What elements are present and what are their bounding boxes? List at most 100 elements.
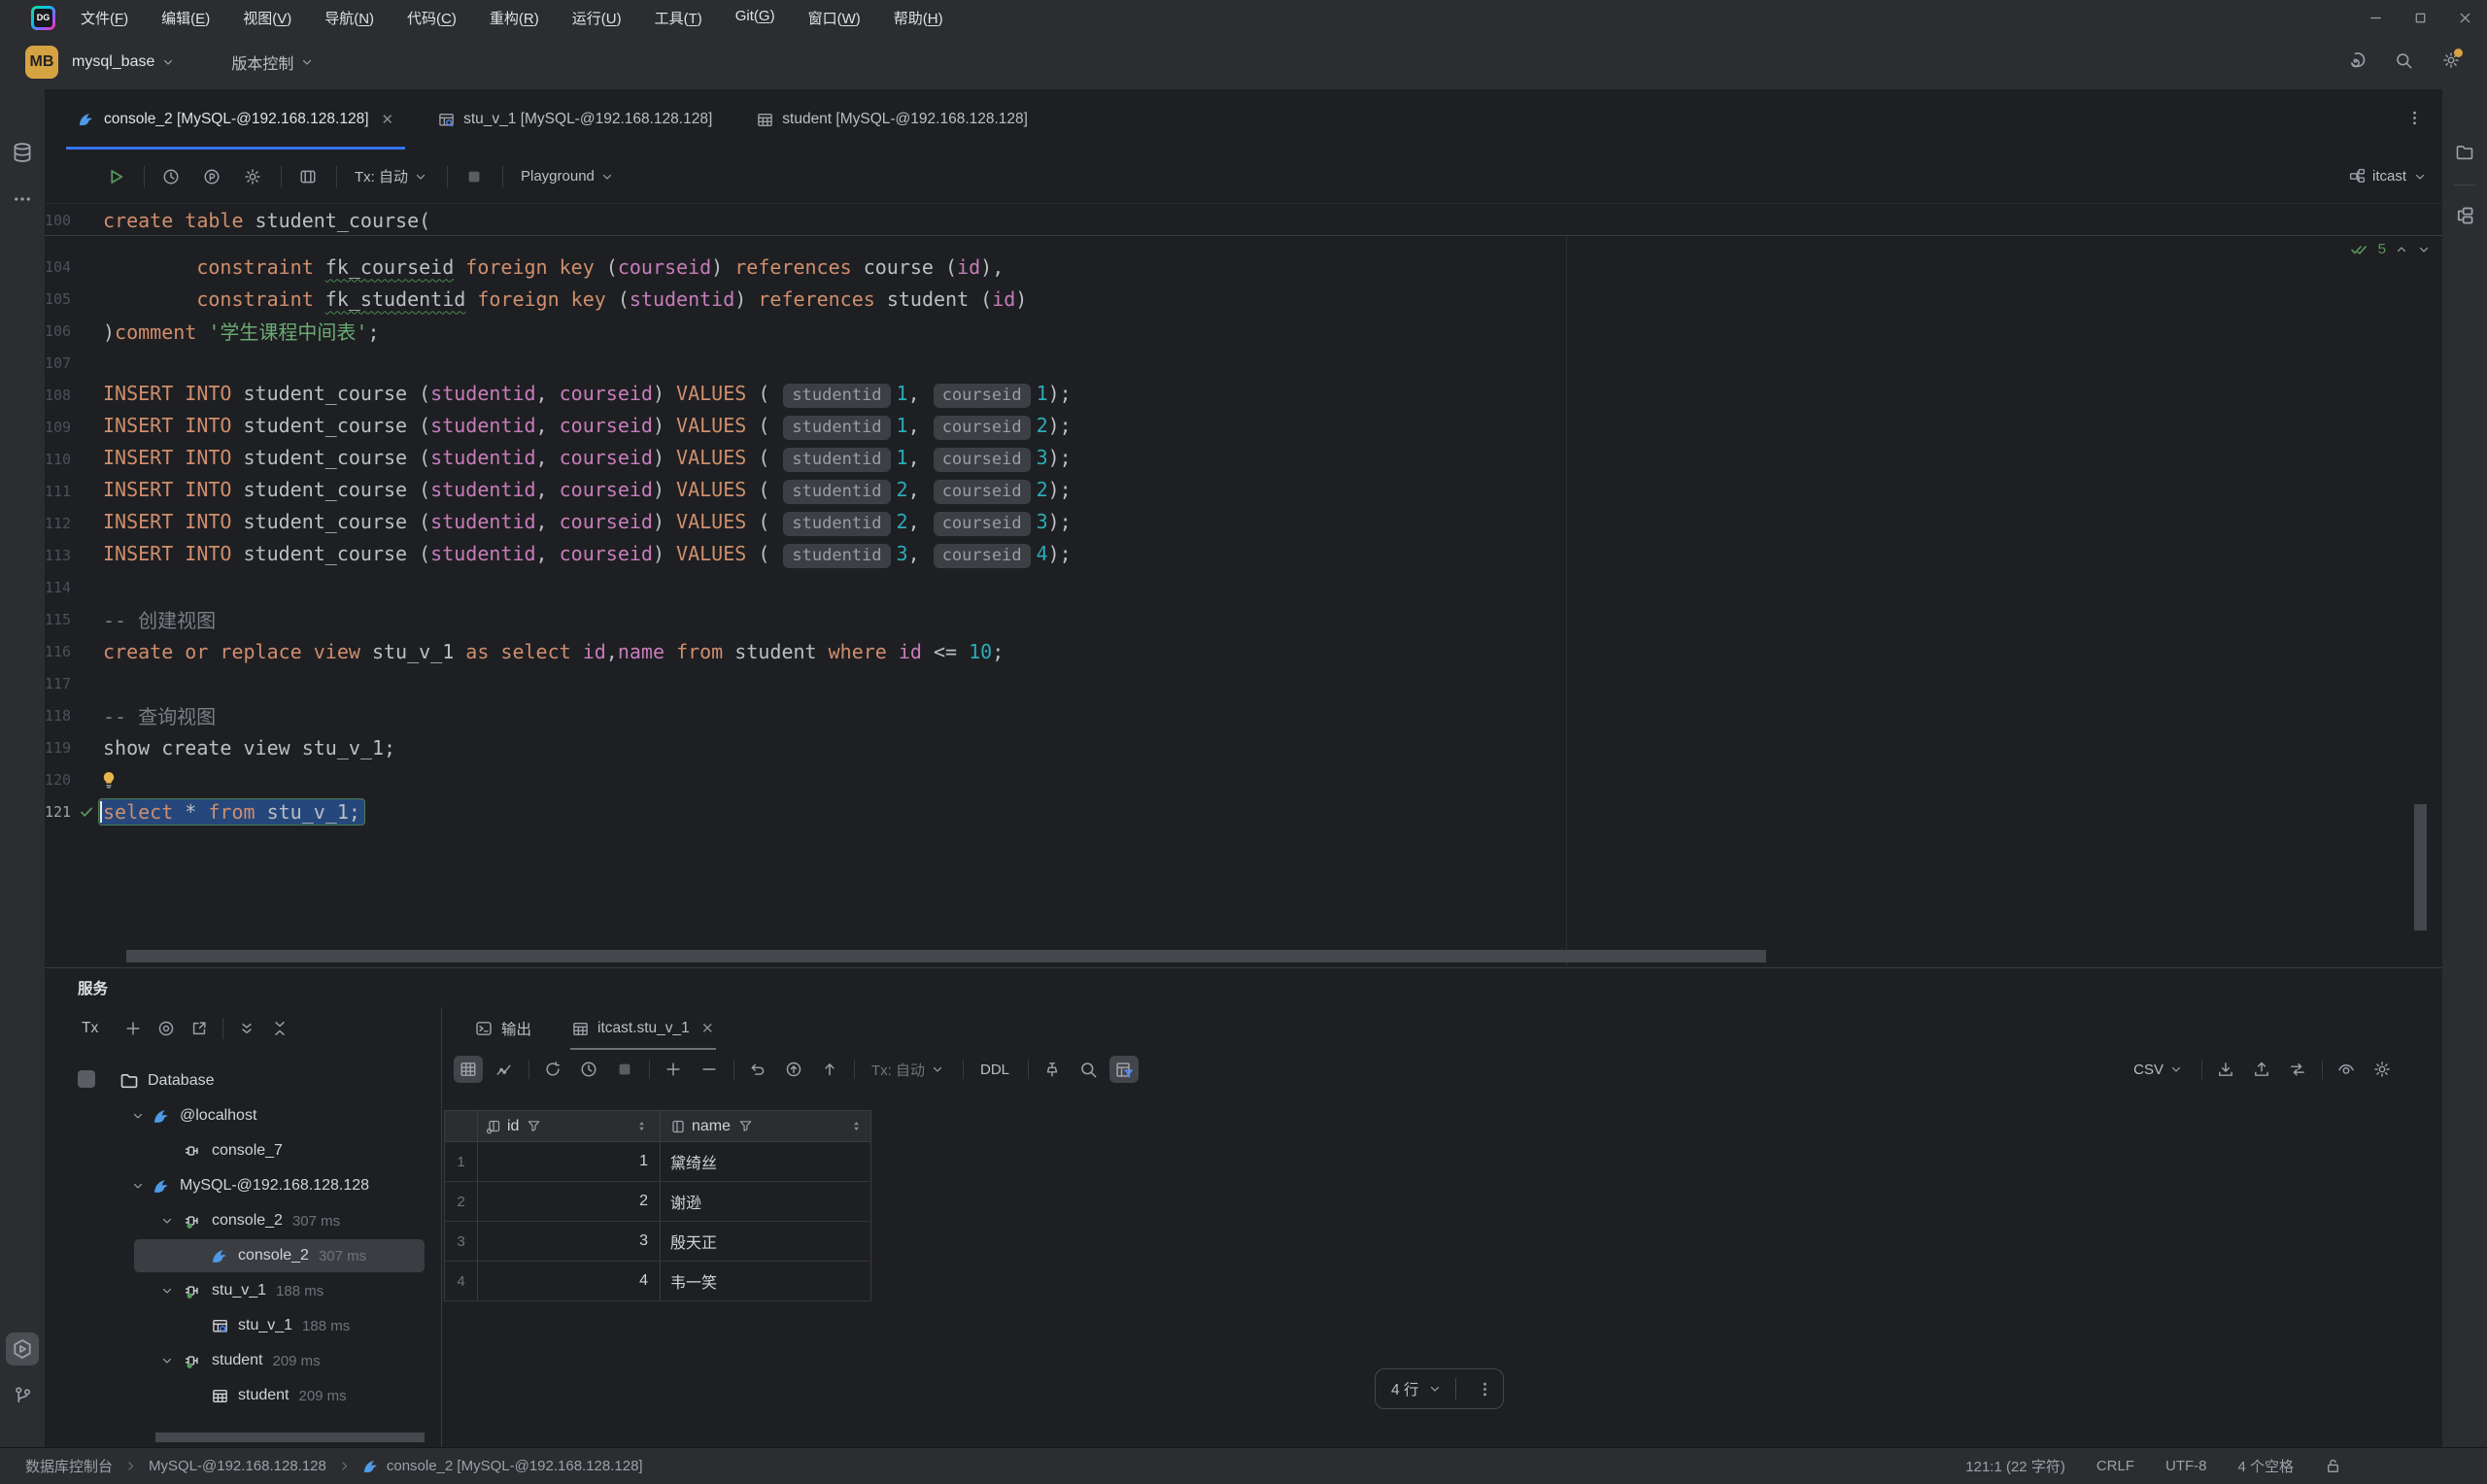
view-options-button[interactable] (2332, 1056, 2361, 1083)
tree-expand-chevron-icon[interactable] (157, 1214, 177, 1228)
git-branch-tool-button[interactable] (6, 1379, 39, 1412)
code-line-106[interactable]: 106)comment '学生课程中间表'; (45, 315, 2442, 347)
import-data-button[interactable] (2247, 1056, 2276, 1083)
code-line-114[interactable]: 114 (45, 571, 2442, 603)
code-line-110[interactable]: 110INSERT INTO student_course (studentid… (45, 443, 2442, 475)
code-line-118[interactable]: 118-- 查询视图 (45, 699, 2442, 731)
tab-close-icon[interactable]: ✕ (382, 111, 394, 128)
stop-button[interactable] (610, 1056, 639, 1083)
submit-button[interactable] (779, 1056, 808, 1083)
code-line-120[interactable]: 120 (45, 763, 2442, 795)
more-tool-button[interactable] (6, 183, 39, 216)
editor-horizontal-scrollbar[interactable] (126, 950, 1766, 962)
grid-settings-button[interactable] (2368, 1056, 2397, 1083)
revert-button[interactable] (743, 1056, 772, 1083)
breadcrumb-item-2[interactable]: console_2 [MySQL-@192.168.128.128] (362, 1458, 643, 1475)
stop-button[interactable] (458, 161, 491, 192)
menu-e[interactable]: 编辑(E) (161, 8, 210, 28)
show-services-button[interactable] (153, 1015, 180, 1042)
code-line-115[interactable]: 115-- 创建视图 (45, 603, 2442, 635)
cell-id[interactable]: 1 (478, 1142, 661, 1181)
tab-close-icon[interactable]: ✕ (701, 1020, 714, 1038)
table-row[interactable]: 22谢逊 (445, 1182, 871, 1222)
editor-tab-2[interactable]: student [MySQL-@192.168.128.128] (745, 89, 1039, 150)
layout-button[interactable] (291, 161, 324, 192)
chart-view-button[interactable] (490, 1056, 519, 1083)
tree-node-stu_v_1[interactable]: stu_v_1188 ms (45, 1308, 441, 1343)
lock-open-icon[interactable] (2325, 1458, 2341, 1474)
tree-expand-chevron-icon[interactable] (128, 1179, 148, 1193)
status-widget-2[interactable]: UTF-8 (2165, 1458, 2207, 1474)
tabs-more-button[interactable] (2406, 110, 2423, 130)
reload-button[interactable] (538, 1056, 567, 1083)
tree-expand-chevron-icon[interactable] (157, 1354, 177, 1367)
push-button[interactable] (815, 1056, 844, 1083)
status-breadcrumb[interactable]: 数据库控制台 MySQL-@192.168.128.128 console_2 [M… (25, 1456, 643, 1476)
ai-assistant-button[interactable] (2346, 51, 2366, 74)
auto-refresh-button[interactable] (574, 1056, 603, 1083)
cell-id[interactable]: 2 (478, 1182, 661, 1221)
menu-n[interactable]: 导航(N) (324, 8, 374, 28)
sql-editor[interactable]: 100create table student_course( 104 cons… (45, 204, 2442, 967)
collapse-all-button[interactable] (266, 1015, 293, 1042)
window-minimize-button[interactable] (2353, 0, 2398, 35)
menu-h[interactable]: 帮助(H) (894, 8, 943, 28)
menu-w[interactable]: 窗口(W) (808, 8, 861, 28)
menu-u[interactable]: 运行(U) (572, 8, 622, 28)
cell-name[interactable]: 谢逊 (661, 1182, 871, 1221)
compare-data-button[interactable] (2283, 1056, 2312, 1083)
tx-toggle-button[interactable]: Tx (82, 1020, 98, 1037)
parameters-button[interactable] (195, 161, 228, 192)
window-maximize-button[interactable] (2398, 0, 2442, 35)
status-widget-1[interactable]: CRLF (2096, 1458, 2134, 1474)
filter-button[interactable] (1109, 1056, 1139, 1083)
cell-name[interactable]: 韦一笑 (661, 1262, 871, 1300)
status-widget-3[interactable]: 4 个空格 (2237, 1456, 2294, 1476)
code-line-111[interactable]: 111INSERT INTO student_course (studentid… (45, 475, 2442, 507)
editor-vertical-scrollbar[interactable] (2414, 804, 2427, 930)
code-line-109[interactable]: 109INSERT INTO student_course (studentid… (45, 411, 2442, 443)
code-line-121[interactable]: 121select * from stu_v_1; (45, 795, 2442, 827)
editor-tab-1[interactable]: stu_v_1 [MySQL-@192.168.128.128] (426, 89, 724, 150)
search-button[interactable] (2395, 51, 2413, 74)
code-line[interactable] (45, 236, 2442, 251)
chevron-up-icon[interactable] (2395, 243, 2408, 256)
data-view-button[interactable] (454, 1056, 483, 1083)
tree-node-student[interactable]: student209 ms (45, 1343, 441, 1378)
tree-node-Database[interactable]: Database (45, 1063, 441, 1098)
code-line-116[interactable]: 116create or replace view stu_v_1 as sel… (45, 635, 2442, 667)
inspection-widget[interactable]: 5 (2350, 241, 2431, 257)
tree-expand-chevron-icon[interactable] (128, 1109, 148, 1123)
run-button[interactable] (99, 161, 132, 192)
breadcrumb-item-1[interactable]: MySQL-@192.168.128.128 (149, 1458, 326, 1474)
settings-button[interactable] (236, 161, 269, 192)
code-line-108[interactable]: 108INSERT INTO student_course (studentid… (45, 379, 2442, 411)
export-data-button[interactable] (2211, 1056, 2240, 1083)
table-row[interactable]: 11黛绮丝 (445, 1142, 871, 1182)
playground-selector[interactable]: Playground (513, 168, 622, 185)
table-row[interactable]: 33殷天正 (445, 1222, 871, 1262)
chevron-down-icon[interactable] (2417, 243, 2431, 256)
cell-name[interactable]: 黛绮丝 (661, 1142, 871, 1181)
breadcrumb-item-0[interactable]: 数据库控制台 (25, 1456, 113, 1476)
result-table[interactable]: idname11黛绮丝22谢逊33殷天正44韦一笑 (444, 1110, 871, 1301)
code-line-119[interactable]: 119show create view stu_v_1; (45, 731, 2442, 763)
result-pager[interactable]: 4 行 (1375, 1368, 1504, 1409)
folder-tool-button[interactable] (2448, 136, 2481, 169)
cell-name[interactable]: 殷天正 (661, 1222, 871, 1261)
menu-v[interactable]: 视图(V) (243, 8, 291, 28)
cell-id[interactable]: 3 (478, 1222, 661, 1261)
pager-menu-button[interactable] (1470, 1381, 1499, 1398)
menu-t[interactable]: 工具(T) (655, 8, 702, 28)
vcs-selector[interactable]: 版本控制 (231, 51, 314, 74)
menu-r[interactable]: 重构(R) (490, 8, 539, 28)
code-line-112[interactable]: 112INSERT INTO student_course (studentid… (45, 507, 2442, 539)
tree-node-console_7[interactable]: console_7 (45, 1133, 441, 1168)
tree-node-@localhost[interactable]: @localhost (45, 1098, 441, 1133)
tree-node-student[interactable]: student209 ms (45, 1378, 441, 1413)
add-service-button[interactable] (119, 1015, 147, 1042)
output-tab-0[interactable]: 输出 (475, 1007, 531, 1050)
cell-id[interactable]: 4 (478, 1262, 661, 1300)
ddl-selector[interactable]: DDL (972, 1062, 1017, 1078)
menu-c[interactable]: 代码(C) (407, 8, 457, 28)
